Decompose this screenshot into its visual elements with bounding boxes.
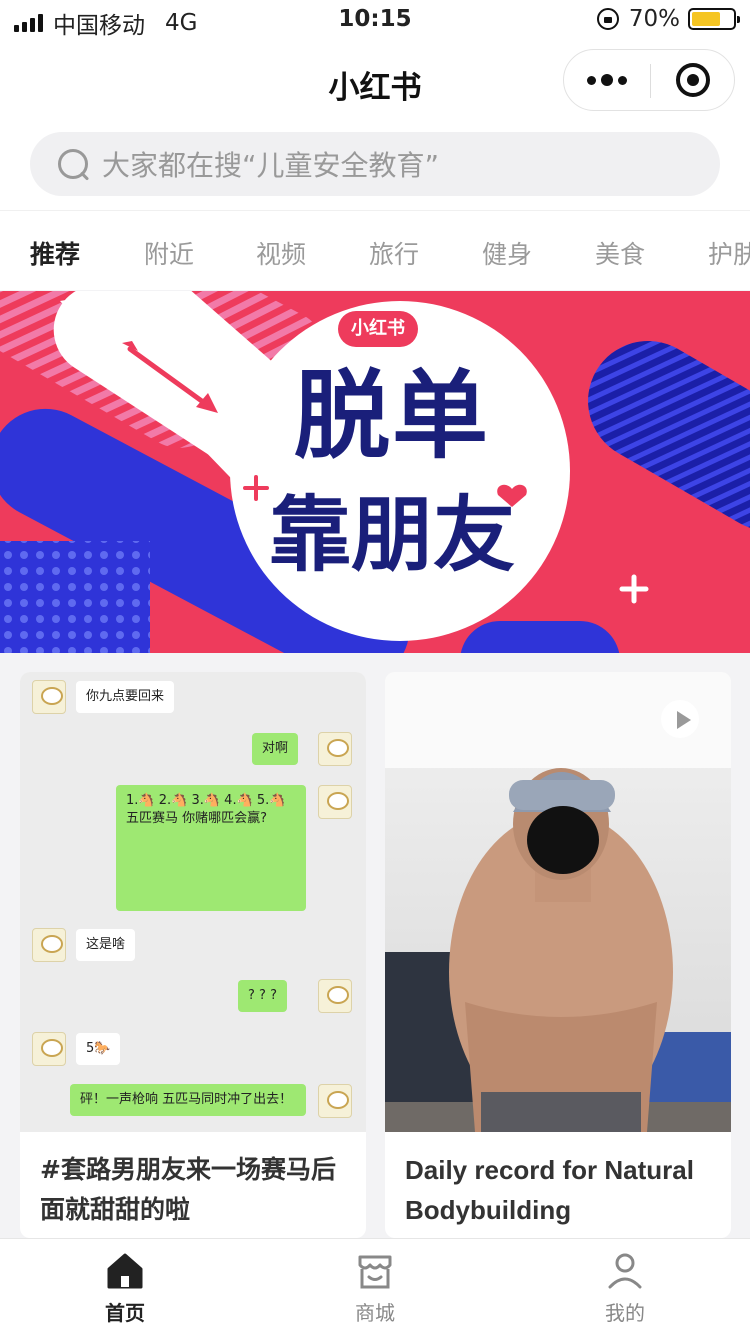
banner-artwork	[0, 291, 750, 653]
tabbar-me[interactable]: 我的	[500, 1239, 750, 1334]
tab-video[interactable]: 视频	[256, 235, 306, 271]
status-right: 70%	[596, 6, 740, 32]
chat-bubble: 你九点要回来	[76, 681, 175, 713]
avatar	[32, 680, 66, 714]
video-thumbnail	[385, 672, 731, 1132]
banner-badge: 小红书	[351, 318, 405, 339]
card-title: #套路男朋友来一场赛马后面就甜甜的啦	[40, 1155, 336, 1224]
card-title: Daily record for Natural Bodybuilding	[405, 1155, 694, 1225]
battery-percent: 70%	[628, 6, 680, 32]
avatar	[32, 1032, 66, 1066]
tabbar-label: 我的	[605, 1301, 645, 1325]
status-bar: 中国移动 4G 10:15 70%	[0, 0, 750, 40]
feed-card[interactable]: 你九点要回来 对啊 1.🐴 2.🐴 3.🐴 4.🐴 5.🐴 五匹赛马 你赌哪匹会…	[20, 672, 366, 1238]
miniprogram-capsule	[563, 49, 735, 111]
banner-headline-line2: 靠朋友	[268, 488, 515, 583]
chat-bubble: 1.🐴 2.🐴 3.🐴 4.🐴 5.🐴 五匹赛马 你赌哪匹会赢?	[116, 785, 306, 911]
search-area: 大家都在搜“儿童安全教育”	[0, 126, 750, 210]
bottom-tab-bar: 首页 商城 我的	[0, 1238, 750, 1334]
nav-bar: 小红书	[0, 40, 750, 126]
category-tabs: 推荐 附近 视频 旅行 健身 美食 护肤	[0, 210, 750, 290]
battery-icon	[688, 8, 740, 30]
search-icon	[56, 147, 90, 181]
chat-bubble: 对啊	[252, 733, 299, 765]
chat-bubble: 砰！一声枪响 五匹马同时冲了出去！	[70, 1084, 306, 1116]
chat-bubble: ? ? ?	[238, 980, 287, 1012]
chat-screenshot: 你九点要回来 对啊 1.🐴 2.🐴 3.🐴 4.🐴 5.🐴 五匹赛马 你赌哪匹会…	[20, 672, 366, 1132]
avatar	[318, 785, 352, 819]
card-cover-chat: 你九点要回来 对啊 1.🐴 2.🐴 3.🐴 4.🐴 5.🐴 五匹赛马 你赌哪匹会…	[20, 672, 366, 1132]
feed-card[interactable]: Daily record for Natural Bodybuilding	[385, 672, 731, 1238]
search-placeholder: 大家都在搜“儿童安全教育”	[102, 149, 440, 182]
avatar	[32, 928, 66, 962]
promo-banner[interactable]: 小红书 脱单 靠朋友	[0, 291, 750, 653]
orientation-lock-icon	[596, 8, 619, 30]
target-close-icon[interactable]	[651, 50, 735, 110]
play-icon[interactable]	[661, 700, 699, 738]
tab-skincare[interactable]: 护肤	[708, 235, 750, 271]
avatar	[318, 1084, 352, 1118]
tab-recommend[interactable]: 推荐	[30, 235, 80, 271]
banner-headline-line1: 脱单	[294, 360, 490, 472]
chat-bubble: 这是啥	[76, 929, 136, 961]
avatar	[318, 732, 352, 766]
tab-travel[interactable]: 旅行	[369, 235, 419, 271]
home-icon	[107, 1253, 143, 1289]
avatar	[318, 979, 352, 1013]
more-dots-icon[interactable]	[564, 50, 650, 110]
tabbar-home[interactable]: 首页	[0, 1239, 250, 1334]
tabbar-label: 商城	[355, 1301, 395, 1325]
tabbar-label: 首页	[105, 1301, 145, 1325]
search-input[interactable]: 大家都在搜“儿童安全教育”	[30, 132, 720, 196]
tab-food[interactable]: 美食	[595, 235, 645, 271]
tab-fitness[interactable]: 健身	[482, 235, 532, 271]
tabbar-store[interactable]: 商城	[250, 1239, 500, 1334]
card-cover-video	[385, 672, 731, 1132]
tab-nearby[interactable]: 附近	[144, 235, 194, 271]
chat-bubble: 5🐎	[76, 1033, 121, 1065]
store-icon	[358, 1255, 392, 1289]
user-icon	[608, 1253, 642, 1289]
